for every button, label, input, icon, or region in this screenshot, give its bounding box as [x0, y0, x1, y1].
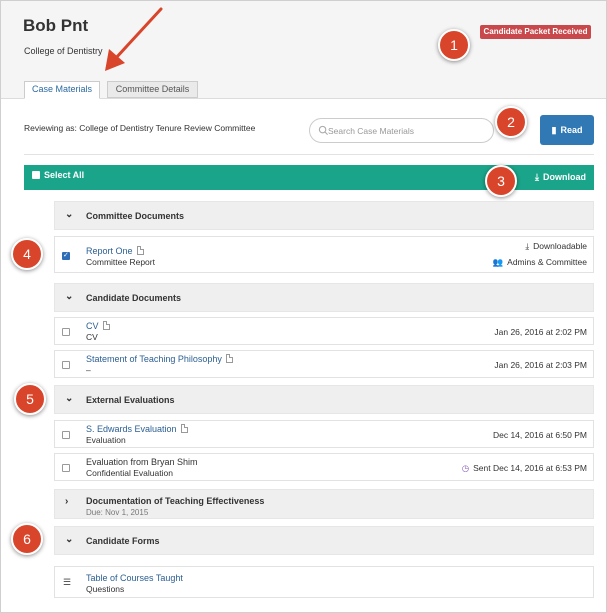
- upload-date: Jan 26, 2016 at 2:03 PM: [494, 360, 587, 370]
- download-label: Download: [543, 172, 586, 182]
- section-candidate-documents[interactable]: ⌄ Candidate Documents: [54, 283, 594, 312]
- checkbox[interactable]: [62, 431, 70, 439]
- list-item[interactable]: CV CV Jan 26, 2016 at 2:02 PM: [54, 317, 594, 345]
- section-committee-documents[interactable]: ⌄ Committee Documents: [54, 201, 594, 230]
- chevron-down-icon: ⌄: [65, 291, 74, 302]
- form-type: Questions: [86, 584, 125, 594]
- read-button[interactable]: ▮ Read: [540, 115, 594, 145]
- callout-3: 3: [485, 165, 517, 197]
- chevron-down-icon: ⌄: [65, 393, 74, 404]
- search-placeholder: Search Case Materials: [328, 126, 414, 136]
- checkbox[interactable]: [62, 464, 70, 472]
- tab-case-materials[interactable]: Case Materials: [24, 81, 100, 99]
- select-all-checkbox[interactable]: Select All: [32, 170, 84, 180]
- users-icon: 👥: [492, 257, 504, 267]
- chevron-down-icon: ⌄: [65, 209, 74, 220]
- section-title: Documentation of Teaching Effectiveness: [86, 496, 265, 506]
- select-all-label: Select All: [44, 170, 85, 180]
- document-link[interactable]: Report One: [86, 246, 144, 256]
- list-icon: ☰: [63, 577, 72, 587]
- section-candidate-forms[interactable]: ⌄ Candidate Forms: [54, 526, 594, 555]
- pdf-icon: [225, 354, 233, 363]
- sent-date: ◷ Sent Dec 14, 2016 at 6:53 PM: [461, 463, 587, 473]
- divider: [24, 154, 594, 155]
- book-icon: ▮: [551, 125, 557, 135]
- document-type: –: [86, 365, 91, 375]
- college-name: College of Dentistry: [24, 46, 103, 56]
- section-title: Candidate Forms: [86, 536, 160, 546]
- upload-date: Jan 26, 2016 at 2:02 PM: [494, 327, 587, 337]
- callout-5: 5: [14, 383, 46, 415]
- document-type: Confidential Evaluation: [86, 468, 173, 478]
- document-type: Evaluation: [86, 435, 126, 445]
- candidate-name: Bob Pnt: [23, 16, 89, 35]
- checkbox[interactable]: [62, 328, 70, 336]
- list-item[interactable]: Evaluation from Bryan Shim Confidential …: [54, 453, 594, 481]
- section-teaching-effectiveness[interactable]: › Documentation of Teaching Effectivenes…: [54, 489, 594, 519]
- chevron-down-icon: ⌄: [65, 534, 74, 545]
- list-item[interactable]: Statement of Teaching Philosophy – Jan 2…: [54, 350, 594, 378]
- form-link[interactable]: Table of Courses Taught: [86, 573, 183, 583]
- callout-2: 2: [495, 106, 527, 138]
- document-link[interactable]: Statement of Teaching Philosophy: [86, 354, 233, 364]
- callout-4: 4: [11, 238, 43, 270]
- status-badge: Candidate Packet Received: [480, 25, 591, 39]
- checkbox[interactable]: [62, 361, 70, 369]
- section-external-evaluations[interactable]: ⌄ External Evaluations: [54, 385, 594, 414]
- clock-icon: ◷: [461, 463, 470, 473]
- pdf-icon: [102, 321, 110, 330]
- list-item[interactable]: ☰ Table of Courses Taught Questions: [54, 566, 594, 598]
- downloadable-label: ⤓ Downloadable: [525, 241, 587, 251]
- chevron-right-icon: ›: [65, 496, 69, 507]
- upload-date: Dec 14, 2016 at 6:50 PM: [492, 430, 587, 440]
- document-type: Committee Report: [86, 257, 155, 267]
- read-label: Read: [560, 125, 583, 135]
- tab-committee-details[interactable]: Committee Details: [107, 81, 198, 98]
- document-link[interactable]: S. Edwards Evaluation: [86, 424, 188, 434]
- due-date: Due: Nov 1, 2015: [86, 508, 149, 517]
- search-input[interactable]: Search Case Materials: [309, 118, 494, 143]
- candidate-header: Bob Pnt College of Dentistry Candidate P…: [1, 1, 606, 99]
- section-title: External Evaluations: [86, 395, 175, 405]
- section-title: Candidate Documents: [86, 293, 182, 303]
- callout-6: 6: [11, 523, 43, 555]
- section-title: Committee Documents: [86, 211, 185, 221]
- document-link[interactable]: CV: [86, 321, 110, 331]
- list-item[interactable]: S. Edwards Evaluation Evaluation Dec 14,…: [54, 420, 594, 448]
- list-item[interactable]: Report One Committee Report ⤓Downloadabl…: [54, 236, 594, 273]
- case-materials-window: Bob Pnt College of Dentistry Candidate P…: [0, 0, 607, 613]
- download-button[interactable]: ⤓ Download: [535, 172, 586, 183]
- callout-1: 1: [438, 29, 470, 61]
- pdf-icon: [180, 424, 188, 433]
- checkbox[interactable]: [62, 251, 70, 260]
- checkbox[interactable]: [32, 171, 40, 179]
- download-icon: ⤓: [535, 172, 539, 182]
- visibility-label: 👥 Admins & Committee: [492, 257, 587, 267]
- annotation-arrow: [105, 7, 163, 71]
- document-type: CV: [86, 332, 98, 342]
- download-icon: ⤓: [525, 241, 530, 251]
- evaluation-name: Evaluation from Bryan Shim: [86, 457, 198, 467]
- pdf-icon: [136, 246, 144, 255]
- reviewing-as-label: Reviewing as: College of Dentistry Tenur…: [24, 123, 256, 133]
